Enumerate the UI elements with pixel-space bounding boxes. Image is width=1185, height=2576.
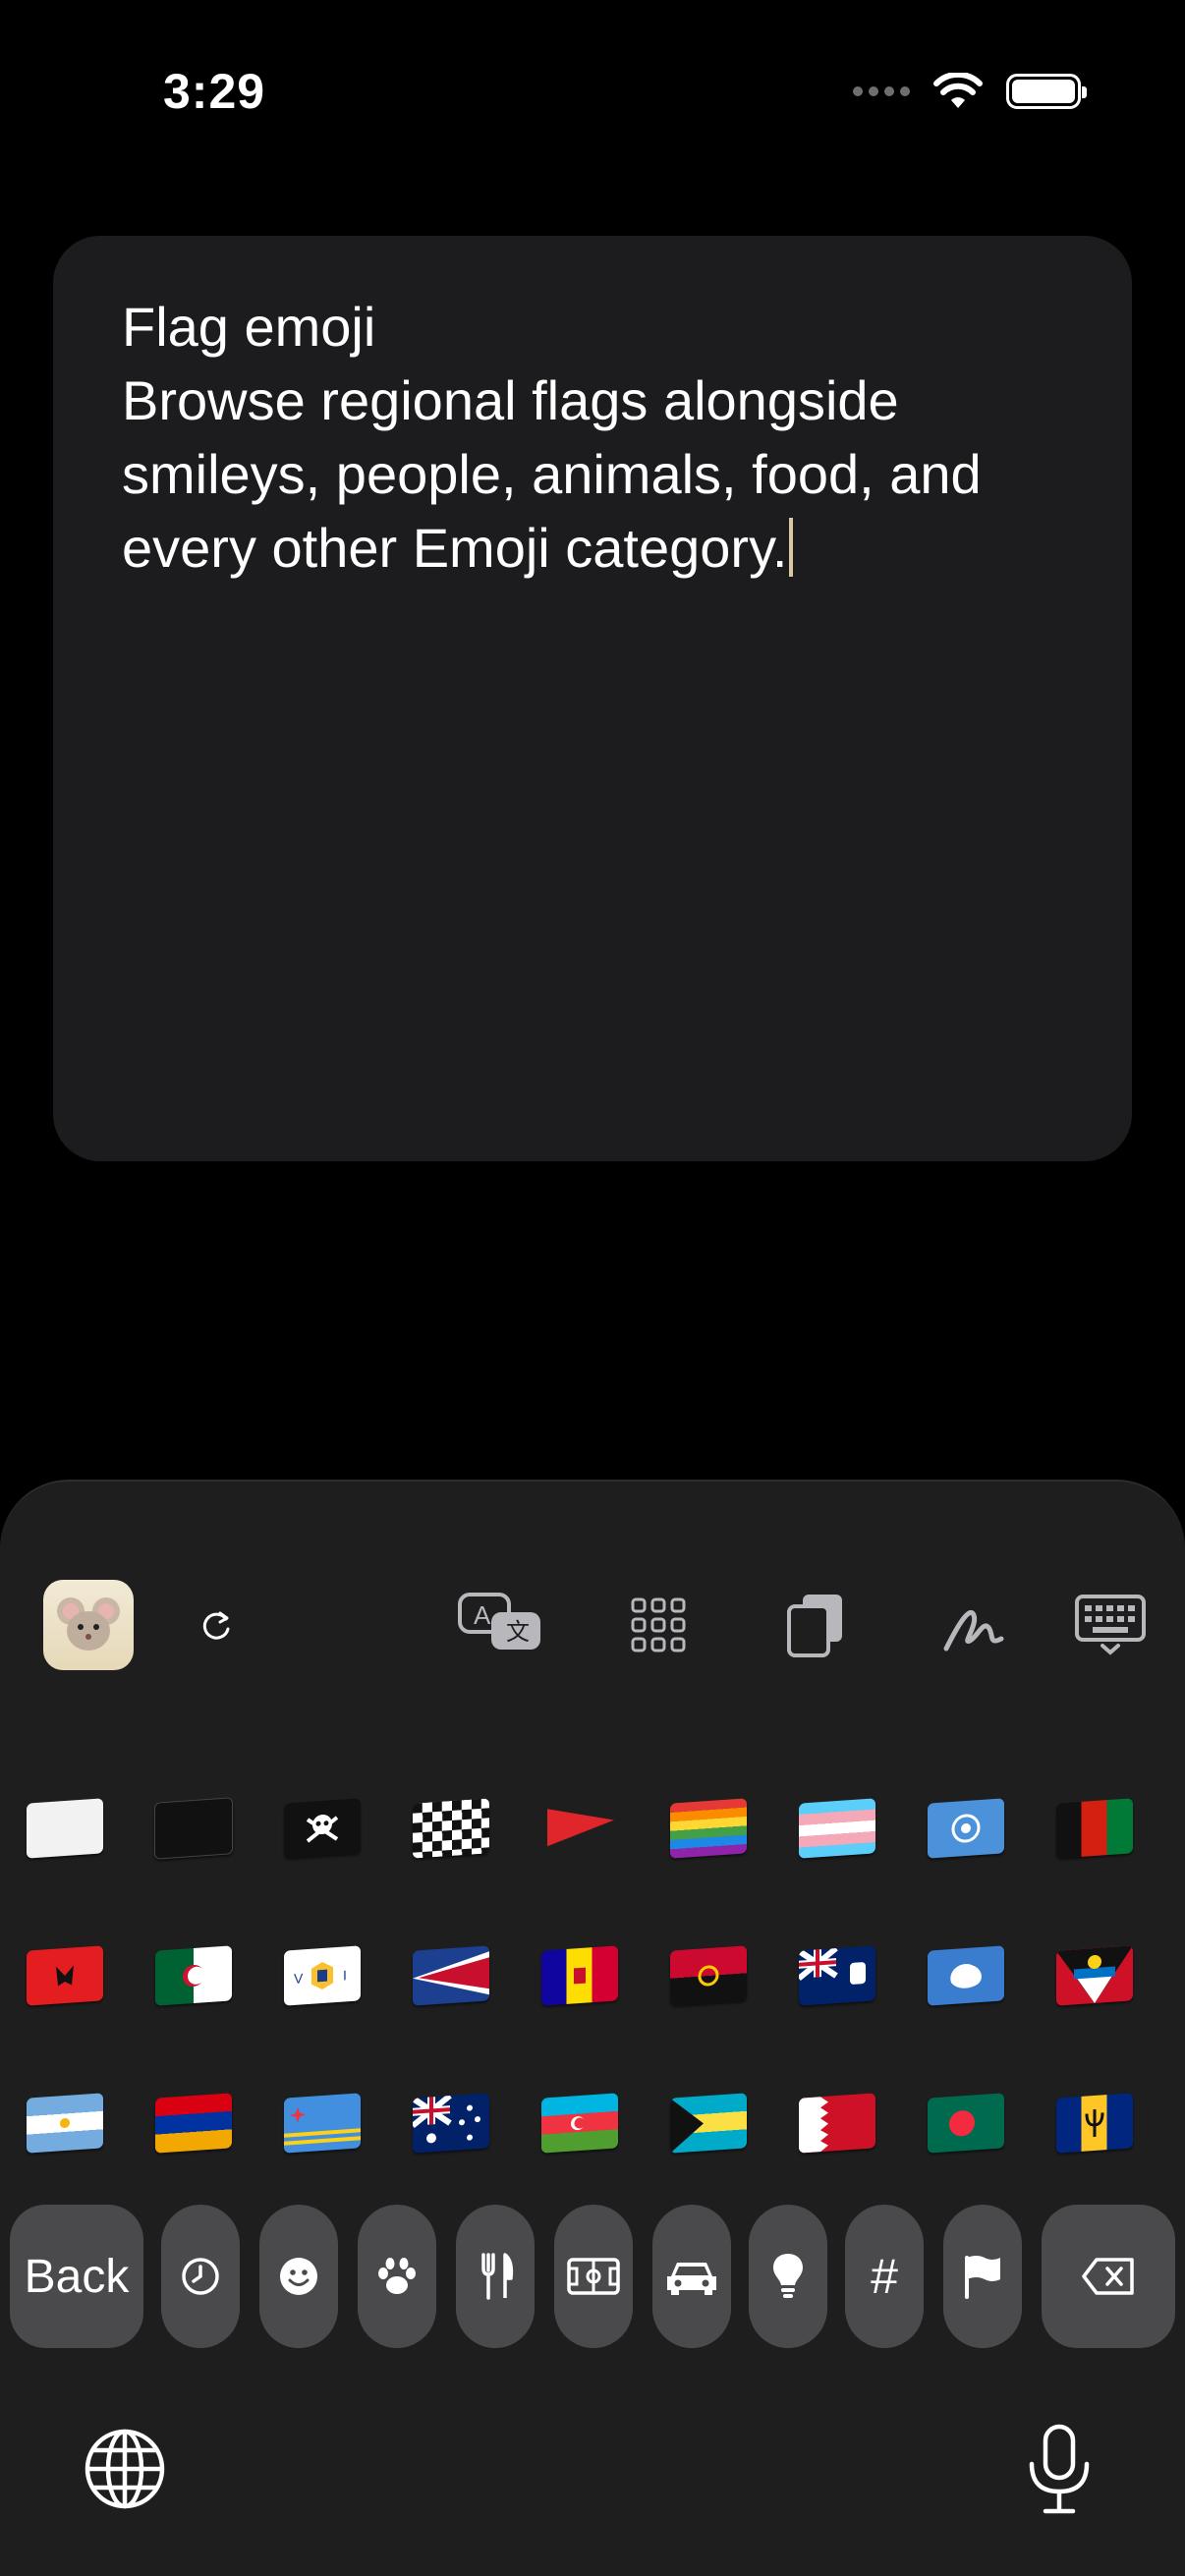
flag-bahamas[interactable]	[644, 2093, 772, 2154]
flag-angola[interactable]	[644, 1945, 772, 2006]
emoji-category-bar: Back #	[0, 2205, 1185, 2352]
category-activity[interactable]	[554, 2205, 633, 2348]
status-indicators	[853, 73, 1087, 110]
category-smileys[interactable]	[259, 2205, 338, 2348]
clipboard-icon[interactable]	[766, 1576, 865, 1674]
note-line: Flag emoji	[122, 296, 376, 358]
svg-text:V: V	[294, 1970, 304, 1987]
symbols-icon: #	[871, 2249, 898, 2304]
flag-argentina[interactable]	[0, 2093, 129, 2154]
flag-andorra[interactable]	[515, 1945, 644, 2006]
status-time: 3:29	[163, 64, 266, 119]
car-icon	[667, 2263, 716, 2295]
flag-american-samoa[interactable]	[386, 1945, 515, 2006]
flag-australia[interactable]	[386, 2093, 515, 2154]
flag-algeria[interactable]	[129, 1945, 257, 2006]
flag-black[interactable]	[129, 1797, 257, 1860]
note-line: every other Emoji category.	[122, 517, 788, 579]
keyboard-dismiss-icon[interactable]	[1061, 1576, 1159, 1674]
category-travel[interactable]	[652, 2205, 731, 2348]
flag-us-virgin-islands[interactable]: VI	[257, 1945, 386, 2006]
flag-azerbaijan[interactable]	[515, 2093, 644, 2154]
category-food[interactable]	[456, 2205, 535, 2348]
emoji-row: VI	[0, 1902, 1185, 2049]
emoji-row	[0, 1755, 1185, 1902]
utensils-icon	[481, 2253, 514, 2300]
flag-antarctica[interactable]	[901, 1945, 1030, 2006]
refresh-icon[interactable]	[187, 1576, 246, 1674]
flag-anguilla[interactable]	[772, 1945, 901, 2006]
note-text[interactable]: Flag emoji Browse regional flags alongsi…	[122, 290, 1085, 585]
flag-rainbow[interactable]	[644, 1798, 772, 1859]
flag-antigua-barbuda[interactable]	[1030, 1945, 1158, 2006]
flag-triangular[interactable]	[515, 1801, 644, 1856]
battery-icon	[1006, 74, 1087, 109]
keyboard-bottom-row	[0, 2403, 1185, 2531]
category-recent[interactable]	[161, 2205, 240, 2348]
flag-bangladesh[interactable]	[901, 2093, 1030, 2154]
globe-icon[interactable]	[81, 2425, 169, 2518]
app-icon[interactable]	[43, 1580, 134, 1670]
flag-afghanistan[interactable]	[1030, 1798, 1158, 1859]
note-line: Browse regional flags alongside	[122, 369, 899, 431]
flag-united-nations[interactable]	[901, 1798, 1030, 1859]
svg-text:A: A	[474, 1600, 491, 1630]
backspace-icon	[1082, 2258, 1134, 2295]
flag-icon	[965, 2256, 1000, 2299]
flag-barbados[interactable]	[1030, 2093, 1158, 2154]
flag-aruba[interactable]	[257, 2093, 386, 2154]
text-cursor	[789, 518, 794, 577]
lightbulb-icon	[773, 2254, 803, 2298]
flag-albania[interactable]	[0, 1945, 129, 2006]
microphone-icon[interactable]	[1020, 2421, 1099, 2524]
grid-icon[interactable]	[609, 1576, 707, 1674]
paw-icon	[378, 2258, 416, 2294]
flag-chequered[interactable]	[386, 1798, 515, 1859]
signal-dots-icon	[853, 86, 910, 96]
flag-pirate[interactable]	[257, 1798, 386, 1859]
note-line: smileys, people, animals, food, and	[122, 443, 982, 505]
translate-icon[interactable]: A 文	[452, 1576, 550, 1674]
keyboard-toolbar: A 文	[0, 1576, 1185, 1674]
back-button[interactable]: Back	[10, 2205, 143, 2348]
category-symbols[interactable]: #	[845, 2205, 924, 2348]
flag-transgender[interactable]	[772, 1798, 901, 1859]
recent-icon	[182, 2258, 219, 2295]
category-animals[interactable]	[358, 2205, 436, 2348]
emoji-grid: VI	[0, 1755, 1185, 2197]
svg-text:I: I	[343, 1967, 347, 1983]
note-card[interactable]: Flag emoji Browse regional flags alongsi…	[53, 236, 1132, 1161]
delete-button[interactable]	[1042, 2205, 1175, 2348]
wifi-icon	[933, 73, 983, 108]
emoji-row	[0, 2049, 1185, 2197]
handwriting-icon[interactable]	[924, 1576, 1022, 1674]
category-objects[interactable]	[749, 2205, 827, 2348]
smiley-icon	[280, 2258, 317, 2295]
flag-white[interactable]	[0, 1798, 129, 1859]
emoji-keyboard: A 文 V I Back #	[0, 1480, 1185, 2576]
flag-bahrain[interactable]	[772, 2093, 901, 2154]
activity-icon	[567, 2258, 620, 2295]
svg-text:文: 文	[506, 1619, 530, 1646]
category-flags[interactable]	[943, 2205, 1022, 2348]
flag-armenia[interactable]	[129, 2093, 257, 2154]
